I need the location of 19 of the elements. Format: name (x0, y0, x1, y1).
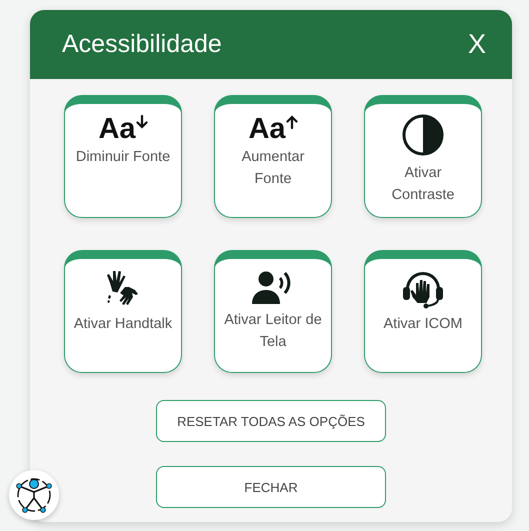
option-label: Ativar Handtalk (74, 315, 172, 334)
option-label: Aumentar Fonte (240, 148, 306, 189)
option-card[interactable]: Ativar Leitor de Tela (214, 250, 332, 373)
option-label: Ativar Leitor de Tela (223, 311, 323, 352)
option-label: Ativar ICOM (384, 315, 462, 334)
headset-hand-icon (402, 269, 444, 309)
option-card[interactable]: Aa Aumentar Fonte (214, 95, 332, 218)
option-label: Diminuir Fonte (76, 148, 170, 167)
option-card[interactable]: Aa Diminuir Fonte (64, 95, 182, 218)
option-label: Ativar Contraste (390, 164, 456, 205)
panel-title: Acessibilidade (62, 30, 222, 59)
accessibility-button[interactable] (9, 470, 59, 520)
action-button[interactable]: RESETAR TODAS AS OPÇÕES (156, 400, 386, 442)
option-card[interactable]: Ativar ICOM (364, 250, 482, 373)
contrast-icon (402, 114, 444, 156)
close-button[interactable]: X (468, 29, 486, 60)
option-card[interactable]: Ativar Handtalk (64, 250, 182, 373)
action-button[interactable]: FECHAR (156, 466, 386, 508)
option-card[interactable]: Ativar Contraste (364, 95, 482, 218)
